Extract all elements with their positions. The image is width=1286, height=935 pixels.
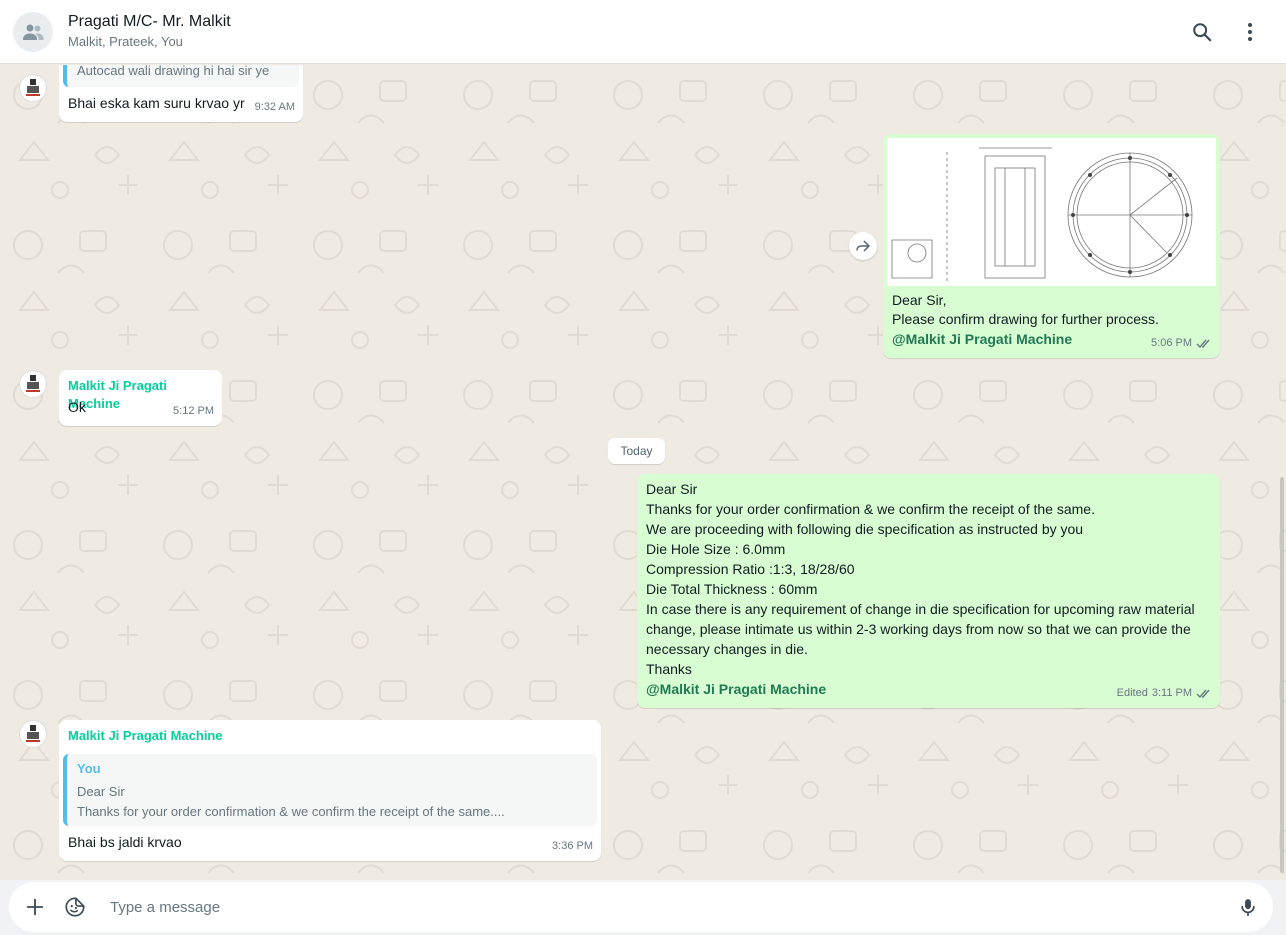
scrollbar-thumb[interactable]: [1280, 477, 1284, 873]
sender-avatar[interactable]: [19, 370, 47, 398]
message-body: Dear Sir Thanks for your order confirmat…: [646, 479, 1216, 699]
quote-text: Thanks for your order confirmation & we …: [77, 804, 505, 819]
forward-icon: [856, 240, 870, 252]
chat-participants: Malkit, Prateek, You: [68, 34, 183, 49]
attach-button[interactable]: [23, 895, 47, 919]
message-text-line: Die Total Thickness : 60mm: [646, 581, 818, 597]
message-time: 5:12 PM: [173, 405, 214, 417]
menu-button[interactable]: [1238, 20, 1262, 44]
double-check-icon: [1196, 339, 1210, 348]
company-logo-icon: [26, 79, 40, 96]
chat-header[interactable]: Pragati M/C- Mr. Malkit Malkit, Prateek,…: [0, 0, 1286, 64]
plus-icon: [26, 898, 44, 916]
quote-text: Dear Sir: [77, 784, 125, 799]
message-text: Bhai eska kam suru krvao yr: [68, 95, 245, 111]
message-bubble-incoming[interactable]: Malkit Ji Pragati Machine Ok 5:12 PM: [59, 370, 222, 426]
microphone-icon: [1241, 899, 1255, 917]
more-vertical-icon: [1248, 23, 1252, 41]
edited-label: Edited: [1116, 687, 1148, 699]
message-text-line: Thanks: [646, 661, 692, 677]
message-time: Edited 3:11 PM: [1117, 683, 1212, 703]
message-text-line: Dear Sir: [646, 481, 698, 497]
scrollbar[interactable]: [1278, 65, 1286, 880]
message-bubble-incoming[interactable]: Autocad wali drawing hi hai sir ye Bhai …: [59, 65, 303, 122]
search-button[interactable]: [1190, 20, 1214, 44]
sticker-icon: [65, 897, 85, 917]
message-time: 5:06 PM: [1151, 333, 1212, 353]
message-text-line: Die Hole Size : 6.0mm: [646, 541, 786, 557]
message-text: Bhai bs jaldi krvao: [68, 834, 182, 850]
group-icon: [23, 24, 44, 40]
composer: [0, 880, 1286, 935]
voice-message-button[interactable]: [1236, 895, 1260, 919]
quoted-message[interactable]: You Dear Sir Thanks for your order confi…: [63, 754, 597, 826]
message-text-line: In case there is any requirement of chan…: [646, 601, 1195, 617]
quoted-message[interactable]: Autocad wali drawing hi hai sir ye: [63, 65, 299, 87]
company-logo-icon: [26, 375, 40, 392]
forward-button[interactable]: [849, 232, 877, 260]
sender-avatar[interactable]: [19, 720, 47, 748]
company-logo-icon: [26, 725, 40, 742]
message-text-line: Dear Sir,: [892, 292, 947, 308]
date-divider: Today: [608, 438, 665, 464]
message-text-line: change, please intimate us within 2-3 wo…: [646, 621, 1191, 637]
message-time: 9:32 AM: [254, 101, 295, 113]
message-text: Ok: [68, 399, 86, 415]
message-list[interactable]: Autocad wali drawing hi hai sir ye Bhai …: [0, 65, 1286, 880]
sender-avatar[interactable]: [19, 74, 47, 102]
header-text[interactable]: Pragati M/C- Mr. Malkit Malkit, Prateek,…: [68, 12, 231, 51]
message-bubble-outgoing[interactable]: Dear Sir Thanks for your order confirmat…: [637, 474, 1220, 708]
group-avatar[interactable]: [13, 12, 53, 52]
message-bubble-incoming[interactable]: Malkit Ji Pragati Machine You Dear Sir T…: [59, 720, 601, 861]
quote-author: You: [77, 761, 101, 776]
message-time: 3:36 PM: [552, 840, 593, 852]
double-check-icon: [1196, 689, 1210, 698]
quote-text: Autocad wali drawing hi hai sir ye: [77, 65, 270, 78]
mention-link[interactable]: @Malkit Ji Pragati Machine: [892, 329, 1072, 349]
message-text-line: Compression Ratio :1:3, 18/28/60: [646, 561, 855, 577]
message-text-line: We are proceeding with following die spe…: [646, 521, 1084, 537]
drawing-image-attachment[interactable]: [887, 138, 1216, 286]
message-bubble-outgoing[interactable]: Dear Sir, Please confirm drawing for fur…: [883, 134, 1220, 358]
message-text-line: Please confirm drawing for further proce…: [892, 311, 1159, 327]
chat-title: Pragati M/C- Mr. Malkit: [68, 13, 231, 30]
sender-name[interactable]: Malkit Ji Pragati Machine: [68, 727, 223, 745]
message-text-line: necessary changes in die.: [646, 641, 808, 657]
composer-box: [9, 882, 1273, 932]
message-input[interactable]: [110, 896, 1230, 918]
message-text-line: Thanks for your order confirmation & we …: [646, 501, 1095, 517]
search-icon: [1193, 23, 1212, 42]
sticker-button[interactable]: [63, 895, 87, 919]
